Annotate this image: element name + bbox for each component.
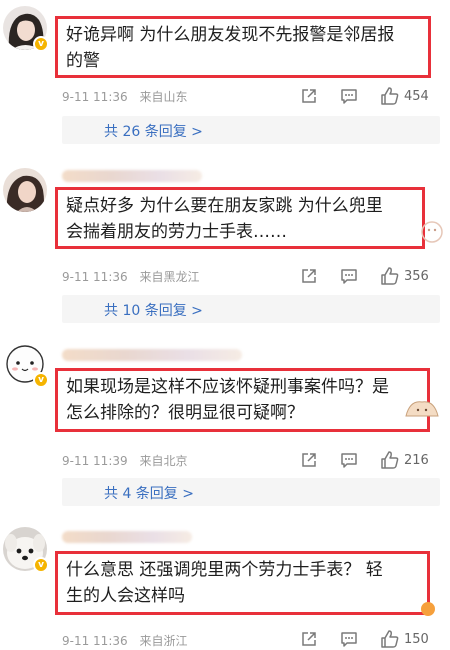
replies-bar: 共 10 条回复 > (62, 295, 440, 323)
comment-text-line: 的警 (66, 51, 100, 71)
comment-button[interactable] (340, 628, 358, 650)
comment-icon (341, 632, 357, 647)
username[interactable] (62, 170, 202, 182)
share-button[interactable] (300, 85, 318, 107)
verified-badge-icon: v (33, 557, 49, 573)
share-icon (302, 632, 316, 646)
comment-text-line: 怎么排除的？很明显很可疑啊？ (66, 403, 304, 423)
comment-item: v 如果现场是这样不应该怀疑刑事案件吗？是 怎么排除的？很明显很可疑啊？ 9-1… (0, 330, 450, 506)
comment-meta: 9-11 11:36 来自浙江 (62, 632, 187, 649)
avatar[interactable] (3, 168, 47, 212)
share-button[interactable] (300, 628, 318, 650)
avatar-image (3, 168, 47, 212)
view-replies-link[interactable]: 共 10 条回复 > (104, 300, 203, 320)
comment-text-line: 什么意思 还强调兜里两个劳力士手表？ 轻 (66, 560, 383, 580)
verified-badge-icon: v (33, 372, 49, 388)
like-count: 454 (404, 88, 429, 104)
comment-time: 9-11 11:39 (62, 454, 128, 468)
like-count: 216 (404, 452, 429, 468)
share-icon (302, 89, 316, 103)
share-button[interactable] (300, 449, 318, 471)
comment-actions: 150 (296, 628, 446, 650)
comment-icon (341, 453, 357, 468)
comment-text-line: 好诡异啊 为什么朋友发现不先报警是邻居报 (66, 25, 395, 45)
comment-location: 来自浙江 (139, 634, 188, 648)
comment-text-highlight: 疑点好多 为什么要在朋友家跳 为什么兜里 会揣着朋友的劳力士手表…… (55, 187, 425, 249)
comment-button[interactable] (340, 449, 358, 471)
comment-actions: 454 (296, 85, 446, 107)
replies-bar: 共 26 条回复 > (62, 116, 440, 144)
comment-text-highlight: 如果现场是这样不应该怀疑刑事案件吗？是 怎么排除的？很明显很可疑啊？ (55, 368, 430, 432)
username[interactable] (62, 531, 192, 543)
comment-text-highlight: 好诡异啊 为什么朋友发现不先报警是邻居报 的警 (55, 16, 431, 78)
comment-meta: 9-11 11:36 来自黑龙江 (62, 268, 199, 285)
comment-location: 来自山东 (139, 90, 188, 104)
avatar[interactable]: v (3, 342, 49, 388)
comment-icon (341, 89, 357, 104)
share-button[interactable] (300, 265, 318, 287)
like-count: 150 (404, 631, 429, 647)
share-icon (302, 453, 316, 467)
replies-bar: 共 4 条回复 > (62, 478, 440, 506)
sticker-icon (405, 401, 439, 417)
comment-item: v 好诡异啊 为什么朋友发现不先报警是邻居报 的警 9-11 11:36 来自山… (0, 0, 450, 160)
comment-meta: 9-11 11:36 来自山东 (62, 88, 187, 105)
comment-actions: 356 (296, 265, 446, 287)
view-replies-link[interactable]: 共 4 条回复 > (104, 483, 194, 503)
comment-location: 来自黑龙江 (139, 270, 200, 284)
like-button[interactable]: 356 (380, 265, 429, 287)
like-button[interactable]: 150 (380, 628, 429, 650)
comment-text-highlight: 什么意思 还强调兜里两个劳力士手表？ 轻 生的人会这样吗 (55, 551, 430, 615)
comment-text-line: 疑点好多 为什么要在朋友家跳 为什么兜里 (66, 196, 383, 216)
comment-location: 来自北京 (139, 454, 188, 468)
comment-text-line: 生的人会这样吗 (66, 586, 185, 606)
like-button[interactable]: 454 (380, 85, 429, 107)
sticker-icon (421, 221, 443, 243)
verified-badge-icon: v (33, 36, 49, 52)
thumbs-up-icon (381, 630, 399, 648)
comment-item: v 什么意思 还强调兜里两个劳力士手表？ 轻 生的人会这样吗 9-11 11:3… (0, 505, 450, 650)
comment-item: 疑点好多 为什么要在朋友家跳 为什么兜里 会揣着朋友的劳力士手表…… 9-11 … (0, 160, 450, 330)
comment-button[interactable] (340, 85, 358, 107)
comment-icon (341, 269, 357, 284)
comment-text-line: 如果现场是这样不应该怀疑刑事案件吗？是 (66, 377, 389, 397)
view-replies-link[interactable]: 共 26 条回复 > (104, 121, 203, 141)
username[interactable] (62, 349, 242, 361)
comment-time: 9-11 11:36 (62, 634, 128, 648)
thumbs-up-icon (381, 267, 399, 285)
avatar[interactable]: v (3, 6, 49, 52)
like-button[interactable]: 216 (380, 449, 429, 471)
comment-time: 9-11 11:36 (62, 90, 128, 104)
comment-button[interactable] (340, 265, 358, 287)
comment-actions: 216 (296, 449, 446, 471)
share-icon (302, 269, 316, 283)
like-count: 356 (404, 268, 429, 284)
thumbs-up-icon (381, 87, 399, 105)
comment-meta: 9-11 11:39 来自北京 (62, 452, 187, 469)
thumbs-up-icon (381, 451, 399, 469)
comment-time: 9-11 11:36 (62, 270, 128, 284)
comment-text-line: 会揣着朋友的劳力士手表…… (66, 222, 287, 242)
avatar[interactable]: v (3, 527, 49, 573)
sticker-icon (421, 602, 435, 616)
